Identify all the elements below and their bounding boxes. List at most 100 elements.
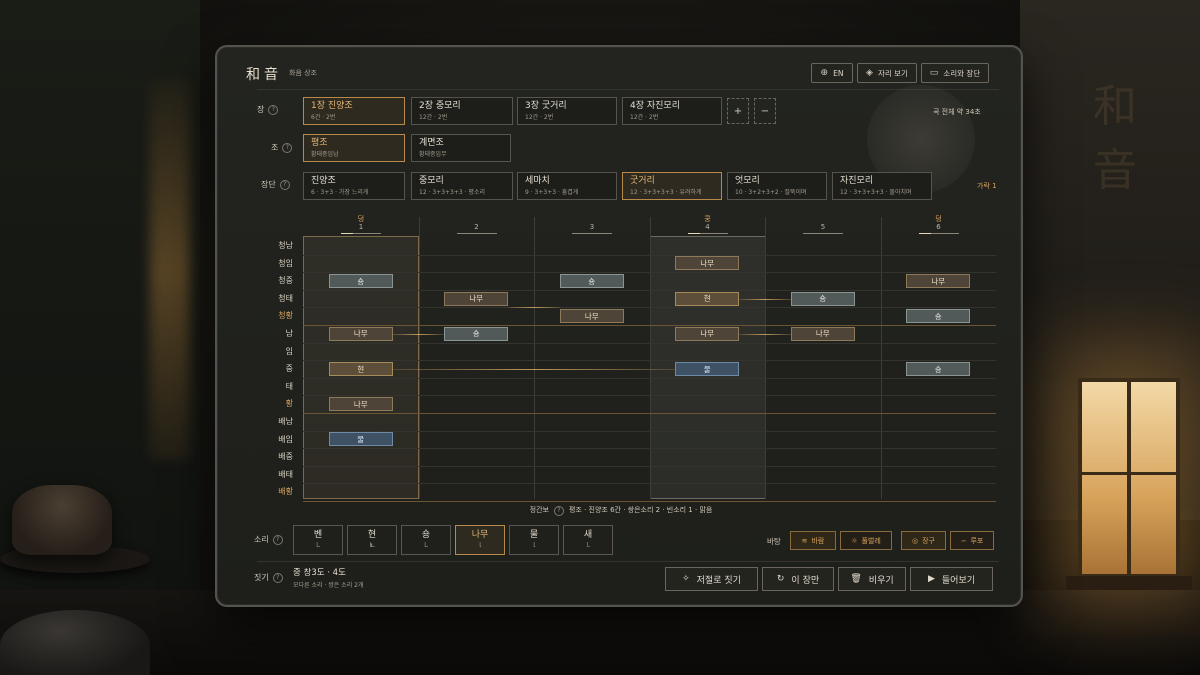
grid-row-line (303, 272, 996, 274)
note-hyeon[interactable]: 현 (675, 291, 740, 306)
background-label: 바탕 (767, 537, 781, 546)
grid-row-line (303, 325, 996, 326)
help-icon[interactable]: ? (553, 505, 564, 516)
sound-rhythm-button[interactable]: ▭ 소리와 장단 (921, 63, 989, 83)
background-insects-button[interactable]: ☼ 풀벌레 (840, 531, 892, 550)
background-wave-button[interactable]: ∽ 루포 (950, 531, 994, 550)
grid-row-line (303, 342, 996, 344)
grid-row-line (303, 413, 996, 414)
sound-namu[interactable]: 나무 l. (455, 525, 505, 555)
app-panel: 和音 화음 상조 ⊕ EN ◈ 자리 보기 ▭ 소리와 장단 장? 1장 진양조 6간 … (215, 45, 1023, 607)
jangdan-card-eotmori[interactable]: 엇모리 10 · 3+2+3+2 · 절뚝이며 (727, 172, 827, 200)
note-namu[interactable]: 나무 (328, 397, 393, 412)
pitch-label: 청남 (278, 241, 293, 250)
lantern-base (1066, 576, 1192, 590)
trash-icon: 🗑 (850, 574, 862, 584)
auto-compose-button[interactable]: ✧ 저절로 짓기 (665, 567, 758, 591)
grid-column-line (765, 217, 766, 499)
jang-card-4[interactable]: 4장 자진모리 12간 · 2번 (622, 97, 722, 125)
background-janggu-button[interactable]: ◎ 장구 (901, 531, 946, 550)
pitch-label: 청임 (278, 258, 293, 268)
grid-column-line (880, 217, 882, 499)
note-song[interactable]: 숑 (790, 291, 855, 306)
column-progress (918, 233, 959, 234)
jo-card-pyeongjo[interactable]: 평조 황태중임남 (303, 134, 405, 162)
note-hyeon[interactable]: 현 (328, 362, 393, 376)
jangdan-card-jungmori[interactable]: 중모리 12 · 3+3+3+3 · 평소리 (411, 172, 513, 200)
column-progress (687, 233, 728, 234)
sound-hyeon[interactable]: 현 lıı... (347, 525, 397, 555)
sound-ben[interactable]: 벤 l... (293, 525, 343, 555)
play-button[interactable]: ▶ 들어보기 (910, 567, 993, 591)
sound-sae[interactable]: 새 l.. (563, 525, 613, 555)
pitch-label: 황 (285, 399, 293, 409)
column-header-5[interactable]: 5 (765, 215, 881, 234)
note-namu[interactable]: 나무 (444, 291, 509, 306)
grid-row-line (303, 289, 996, 291)
note-song[interactable]: 숑 (906, 362, 971, 376)
language-button[interactable]: ⊕ EN (811, 63, 853, 83)
help-icon[interactable]: ? (279, 179, 290, 190)
drum-icon: ◎ (912, 536, 919, 545)
jangdan-card-gutgeori[interactable]: 굿거리 12 · 3+3+3+3 · 유려하게 (622, 172, 722, 200)
add-jang-button[interactable]: + (727, 98, 749, 124)
play-icon: ▶ (927, 574, 935, 584)
column-header-4[interactable]: 쿵 4 (650, 215, 766, 234)
wave-icon: ∽ (960, 536, 967, 545)
header-divider (257, 89, 999, 90)
note-mul[interactable]: 물 (675, 362, 740, 376)
note-namu[interactable]: 나무 (675, 256, 740, 271)
help-icon[interactable]: ? (282, 142, 293, 153)
jangdan-card-jinyangjo[interactable]: 진양조 6 · 3+3 · 가장 느리게 (303, 172, 405, 200)
sound-mul[interactable]: 물 l. (509, 525, 559, 555)
note-namu[interactable]: 나무 (675, 326, 740, 341)
jang-card-2[interactable]: 2장 중모리 12간 · 2번 (411, 97, 513, 125)
note-song[interactable]: 숑 (444, 326, 509, 341)
help-icon[interactable]: ? (272, 572, 283, 583)
jang-card-3[interactable]: 3장 굿거리 12간 · 2번 (517, 97, 617, 125)
column-header-1[interactable]: 덩 1 (303, 215, 419, 234)
note-link (392, 369, 676, 370)
note-link (392, 333, 445, 335)
pitch-label: 남 (285, 329, 293, 338)
help-icon[interactable]: ? (272, 534, 283, 545)
pitch-label: 중 (285, 364, 293, 374)
brand-title: 和音 (246, 67, 282, 83)
wall-calligraphy: 和音 (1093, 81, 1137, 196)
jangdan-card-jajinmori[interactable]: 자진모리 12 · 3+3+3+3 · 몰아치며 (832, 172, 932, 200)
grid-column-line (534, 217, 535, 499)
grid-row-line (303, 430, 996, 432)
clear-button[interactable]: 🗑 비우기 (838, 567, 906, 591)
jangdan-card-semachi[interactable]: 세마치 9 · 3+3+3 · 흥겹게 (517, 172, 617, 200)
this-jang-only-button[interactable]: ↻ 이 장만 (762, 567, 834, 591)
note-song[interactable]: 숑 (906, 309, 971, 324)
wind-icon: ≋ (801, 536, 808, 545)
note-mul[interactable]: 물 (328, 432, 393, 447)
jang-card-1[interactable]: 1장 진양조 6간 · 2번 (303, 97, 405, 125)
column-progress (803, 233, 843, 234)
sparkle-icon: ✧ (682, 574, 690, 584)
grid-row-line (303, 395, 996, 397)
note-namu[interactable]: 나무 (328, 326, 393, 341)
pitch-label: 배남 (278, 417, 293, 426)
view-seats-button[interactable]: ◈ 자리 보기 (857, 63, 917, 83)
note-namu[interactable]: 나무 (790, 326, 855, 341)
grid-row-line (303, 483, 996, 485)
note-song[interactable]: 숑 (328, 274, 393, 288)
help-icon[interactable]: ? (268, 104, 279, 115)
jo-card-gyemyeonjo[interactable]: 계면조 황태중임무 (411, 134, 511, 162)
bug-icon: ☼ (851, 536, 858, 545)
column-header-2[interactable]: 2 (419, 215, 535, 234)
window-light (150, 80, 190, 460)
remove-jang-button[interactable]: − (754, 98, 776, 124)
column-header-6[interactable]: 덩 6 (881, 215, 997, 234)
column-header-3[interactable]: 3 (534, 215, 650, 234)
background-wind-button[interactable]: ≋ 바람 (790, 531, 836, 550)
sound-song[interactable]: 숑 l... (401, 525, 451, 555)
note-namu[interactable]: 나무 (559, 309, 624, 324)
note-namu[interactable]: 나무 (906, 274, 971, 288)
note-link (739, 333, 791, 335)
pitch-label: 태 (285, 381, 293, 391)
book-icon: ▭ (929, 68, 939, 78)
note-song[interactable]: 숑 (559, 274, 624, 288)
